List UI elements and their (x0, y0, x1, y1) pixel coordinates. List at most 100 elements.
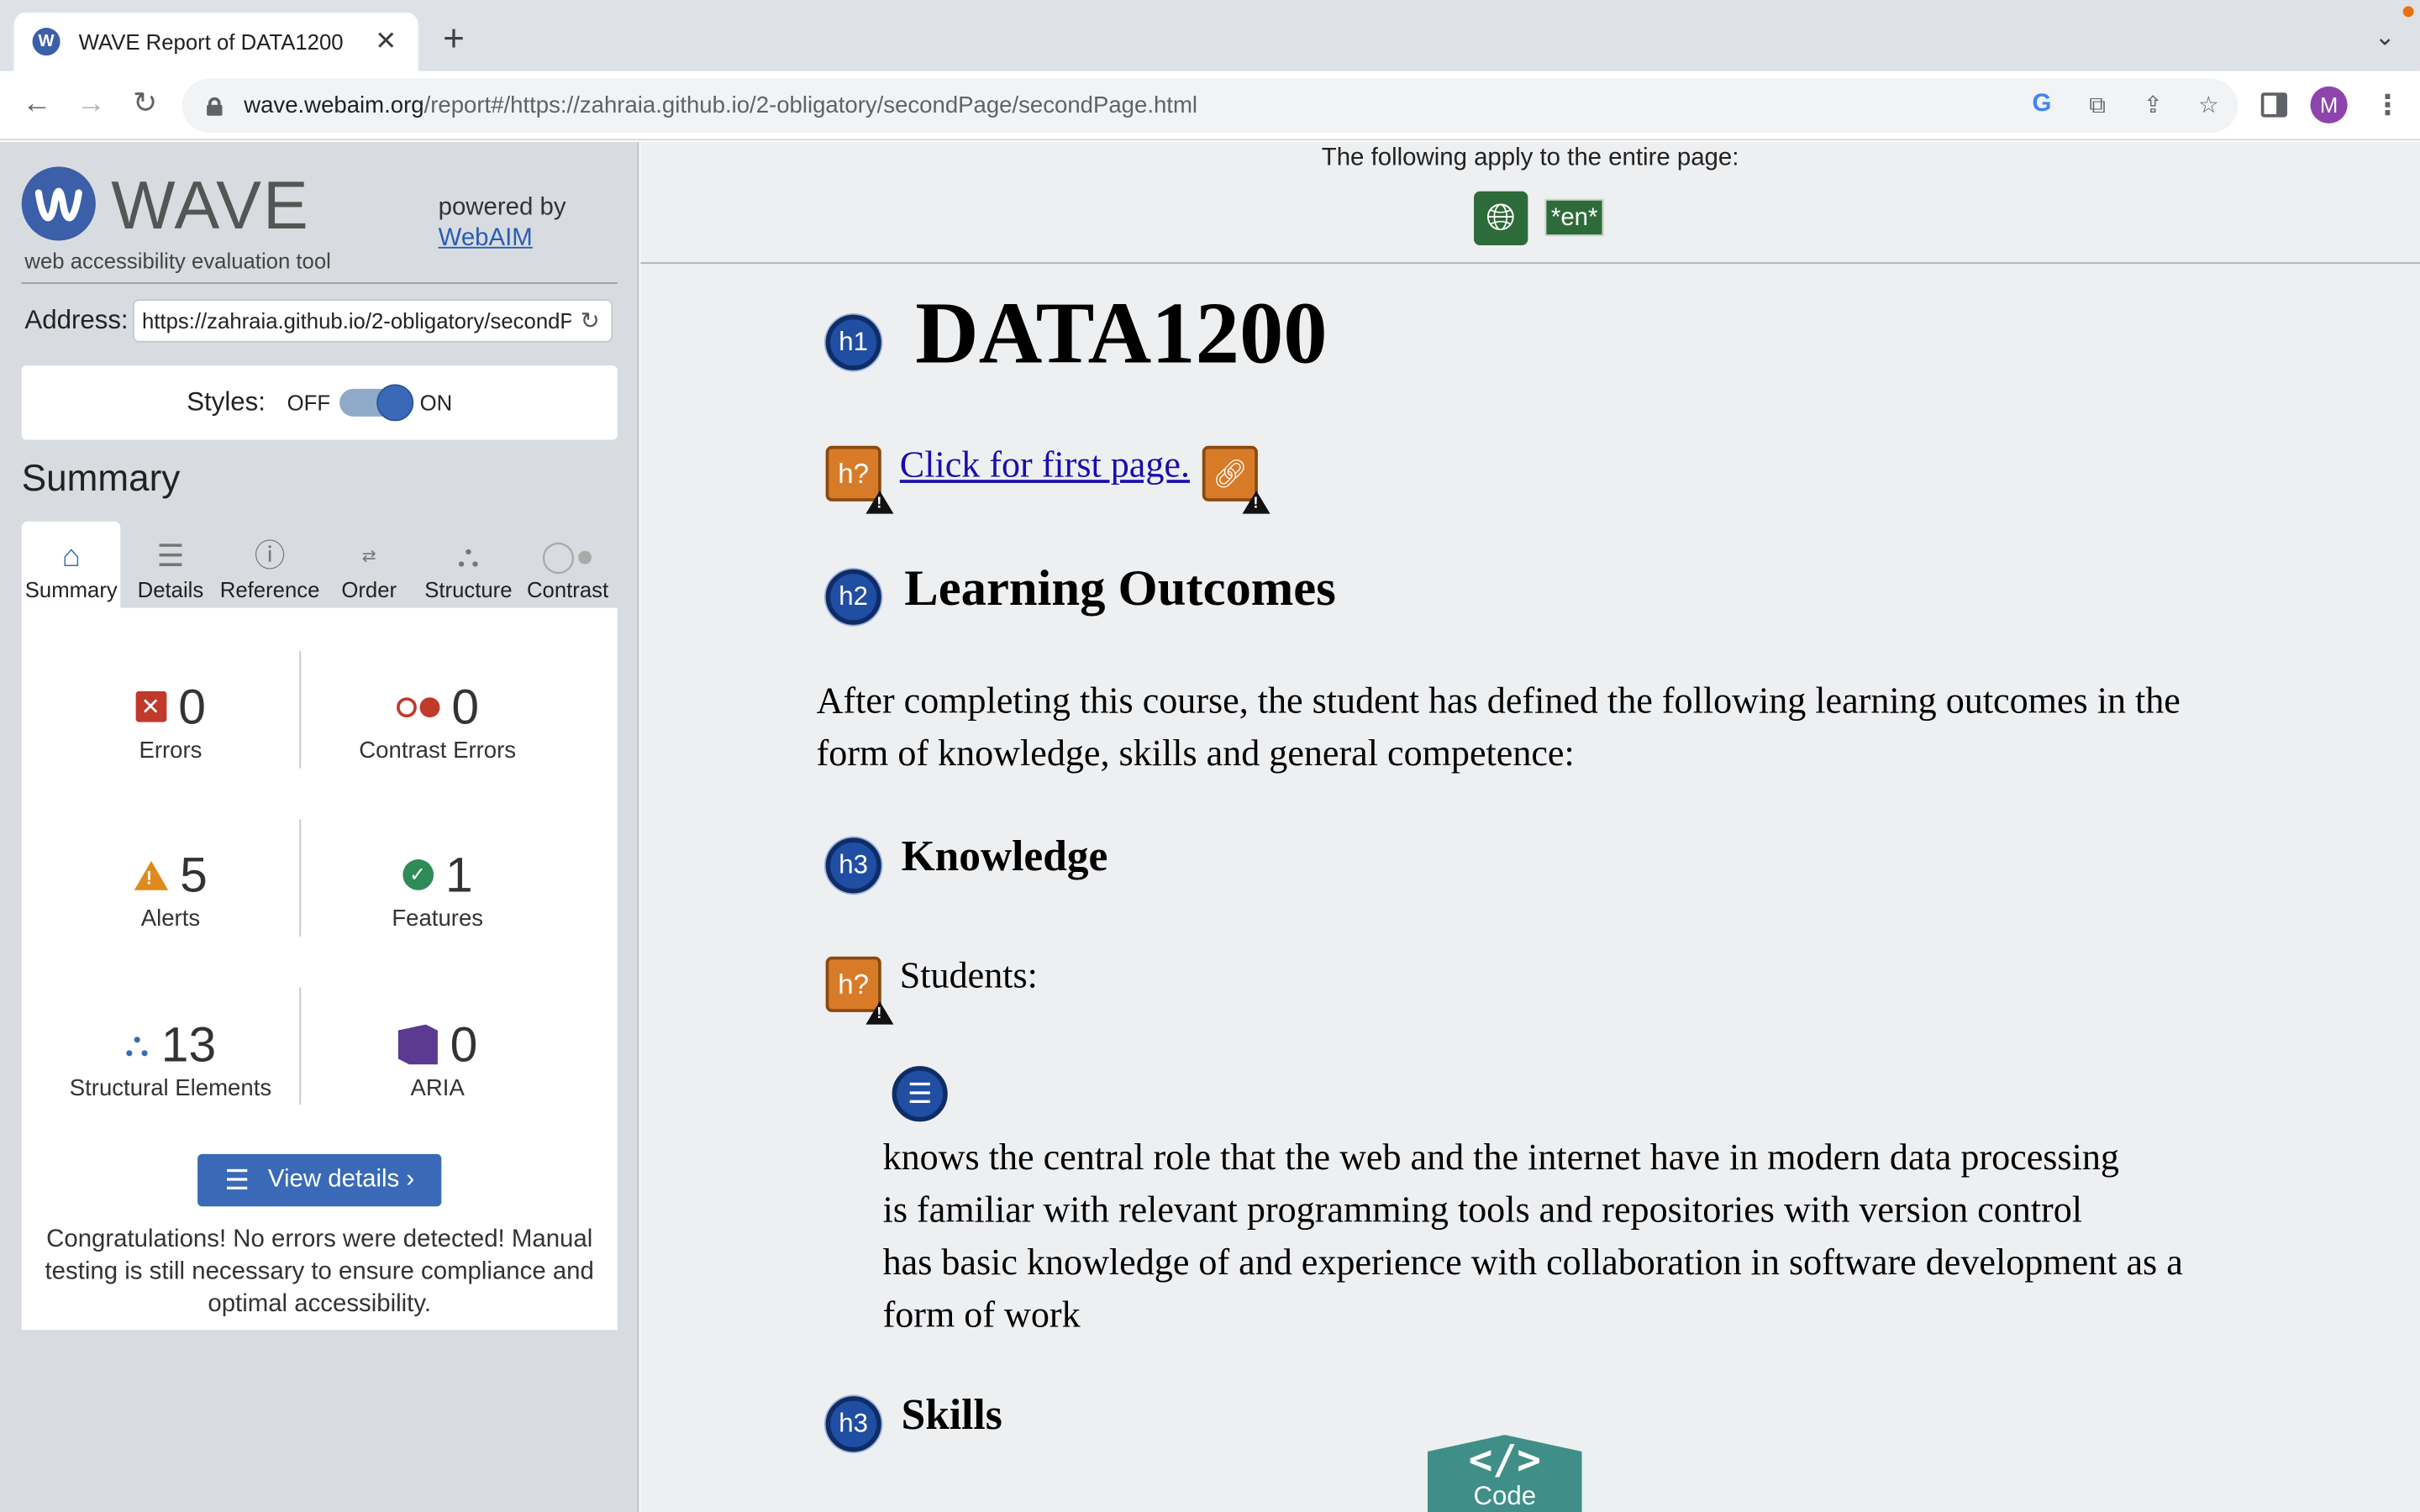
tab-order[interactable]: ⇄ Order (319, 522, 418, 608)
view-details-button[interactable]: ☰ View details › (197, 1153, 442, 1207)
aria-count: 0 (450, 1016, 478, 1072)
contrast-errors-stat[interactable]: 0 Contrast Errors (288, 678, 586, 764)
structural-label: Structural Elements (69, 1075, 272, 1102)
wave-address-value[interactable]: https://zahraia.github.io/2-obligatory/s… (142, 308, 571, 333)
students-text: Students: (899, 956, 1038, 997)
new-tab-button[interactable]: + (432, 19, 475, 60)
h2-badge[interactable]: h2 (825, 569, 881, 625)
badge-label: h? (838, 968, 870, 1000)
translate-icon[interactable]: ⧉ (2081, 88, 2114, 122)
page-notice: The following apply to the entire page: … (640, 141, 2420, 265)
wave-tabs: ⌂ Summary ☰ Details ⓘ Reference ⇄ Order … (21, 521, 618, 608)
h3-badge[interactable]: h3 (825, 1396, 881, 1452)
alerts-stat[interactable]: 5 Alerts (22, 846, 319, 932)
structure-icon: ⛬ (457, 539, 480, 575)
warning-icon (865, 491, 894, 514)
tab-search-chevron-icon[interactable]: ⌄ (2375, 22, 2396, 53)
info-icon: ⓘ (254, 539, 286, 575)
contrast-errors-count: 0 (451, 678, 480, 734)
link-icon: 🔗︎ (1212, 457, 1248, 489)
aria-stat[interactable]: 0 ARIA (288, 1016, 586, 1101)
code-icon: </> (1468, 1437, 1541, 1484)
wave-logo-mark (34, 187, 82, 222)
errors-count: 0 (178, 678, 206, 734)
code-label: Code (1473, 1481, 1537, 1511)
possible-heading-alert-badge[interactable]: h? (825, 956, 894, 1025)
contrast-icon: ◯● (540, 539, 595, 575)
webaim-link[interactable]: WebAIM (439, 223, 566, 255)
contrast-errors-label: Contrast Errors (359, 737, 517, 764)
summary-heading: Summary (21, 458, 181, 501)
wave-address-input[interactable]: https://zahraia.github.io/2-obligatory/s… (132, 299, 613, 343)
page-h2: Learning Outcomes (904, 561, 1336, 617)
reload-button[interactable]: ↻ (127, 88, 164, 122)
styles-toggle-switch[interactable] (339, 384, 414, 422)
tab-contrast[interactable]: ◯● Contrast (518, 522, 617, 608)
error-icon: ✕ (134, 690, 166, 722)
aria-icon (397, 1024, 438, 1065)
feature-check-icon: ✓ (402, 859, 434, 890)
url-text[interactable]: wave.webaim.org/report#/https://zahraia.… (244, 92, 1197, 118)
refresh-icon[interactable]: ↻ (581, 307, 600, 334)
wave-title: WAVE (111, 168, 310, 244)
aria-label: ARIA (410, 1075, 465, 1102)
summary-panel: ✕ 0 Errors 0 Contrast Errors 5 Alerts ✓ 1 … (21, 607, 618, 1331)
skills-heading: Skills (901, 1391, 1002, 1440)
tab-summary[interactable]: ⌂ Summary (21, 521, 121, 608)
errors-label: Errors (139, 737, 203, 764)
bookmark-star-icon[interactable]: ☆ (2191, 88, 2225, 122)
styles-on-label: ON (419, 390, 453, 416)
knowledge-heading: Knowledge (901, 832, 1108, 881)
wave-sidebar: WAVE web accessibility evaluation tool p… (0, 141, 639, 1512)
language-globe-icon[interactable]: 🌐︎ (1474, 191, 1528, 246)
errors-stat[interactable]: ✕ 0 Errors (22, 678, 319, 764)
wave-logo-icon[interactable] (21, 166, 96, 241)
possible-heading-alert-badge[interactable]: h? (825, 445, 894, 514)
tab-reference[interactable]: ⓘ Reference (220, 522, 320, 608)
intro-paragraph: After completing this course, the studen… (816, 681, 2181, 775)
redundant-link-alert-badge[interactable]: 🔗︎ (1202, 445, 1270, 514)
toggle-knob[interactable] (376, 384, 414, 422)
badge-label: h? (838, 457, 870, 489)
profile-avatar[interactable]: M (2310, 86, 2348, 123)
powered-by: powered by WebAIM (439, 193, 566, 255)
features-label: Features (392, 906, 484, 932)
styles-label: Styles: (187, 387, 266, 417)
powered-by-label: powered by (438, 194, 566, 221)
h3-badge[interactable]: h3 (825, 837, 881, 894)
structural-stat[interactable]: ⛬ 13 Structural Elements (22, 1016, 319, 1101)
styles-off-label: OFF (287, 390, 331, 416)
structure-icon: ⛬ (124, 1024, 150, 1063)
lock-icon[interactable] (207, 96, 223, 115)
list-item: knows the central role that the web and … (882, 1138, 2119, 1179)
alert-icon (134, 859, 168, 890)
unordered-list-icon[interactable]: ☰ (892, 1066, 948, 1122)
language-badge[interactable]: *en* (1544, 198, 1604, 237)
forward-button[interactable]: → (72, 88, 109, 122)
tab-structure[interactable]: ⛬ Structure (418, 522, 518, 608)
google-icon[interactable]: G (2025, 88, 2059, 122)
home-icon: ⌂ (61, 539, 81, 575)
share-icon[interactable]: ⇪ (2136, 88, 2170, 122)
side-panel-icon[interactable] (2260, 92, 2287, 118)
report-content: The following apply to the entire page: … (640, 141, 2420, 1512)
page-notice-text: The following apply to the entire page: (1321, 144, 1739, 171)
congrats-message: Congratulations! No errors were detected… (45, 1226, 594, 1318)
code-toggle-button[interactable]: </> Code (1427, 1435, 1582, 1512)
page-h1: DATA1200 (915, 285, 1328, 383)
tab-details[interactable]: ☰ Details (121, 522, 220, 608)
address-bar[interactable]: wave.webaim.org/report#/https://zahraia.… (182, 78, 2238, 133)
h1-badge[interactable]: h1 (825, 314, 881, 370)
indicator-dot-icon (2402, 6, 2414, 18)
list-item: is familiar with relevant programming to… (882, 1190, 2083, 1231)
close-tab-icon[interactable]: ✕ (372, 26, 400, 57)
contrast-error-icon (396, 696, 439, 717)
list-icon: ☰ (156, 539, 185, 575)
back-button[interactable]: ← (18, 88, 55, 122)
features-stat[interactable]: ✓ 1 Features (288, 846, 586, 932)
browser-menu-icon[interactable]: ⋮ (2374, 87, 2402, 123)
browser-tab[interactable]: W WAVE Report of DATA1200 ✕ (13, 12, 418, 71)
first-page-link[interactable]: Click for first page. (900, 446, 1190, 488)
warning-icon (1242, 491, 1270, 514)
address-label: Address: (24, 305, 129, 335)
